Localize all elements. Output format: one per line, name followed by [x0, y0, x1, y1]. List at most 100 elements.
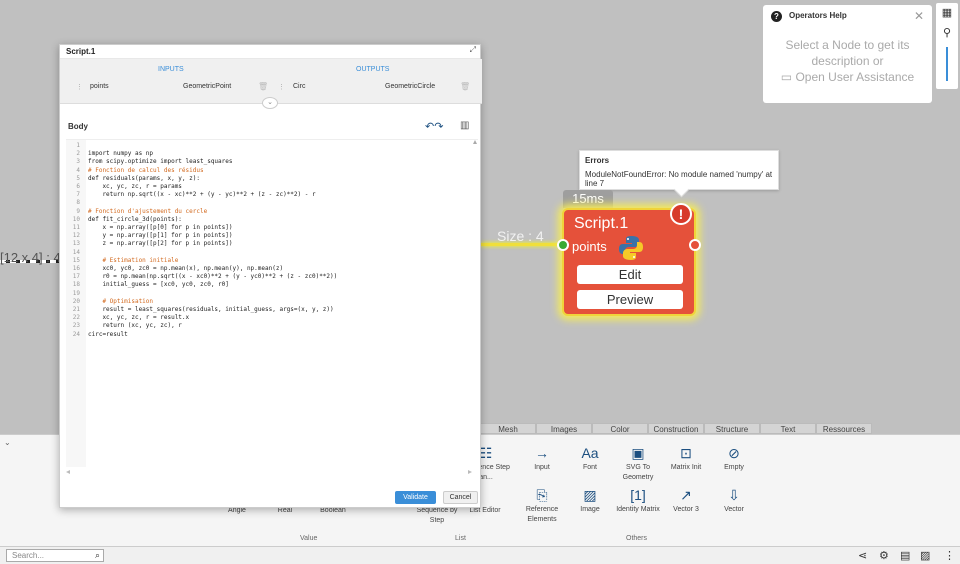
- code-line[interactable]: r0 = np.mean(np.sqrt((x - xc0)**2 + (y -…: [88, 273, 337, 281]
- tab-ressources[interactable]: Ressources: [816, 423, 872, 434]
- wire-size-label: Size : 4: [497, 228, 544, 244]
- line-number: 4: [76, 166, 80, 174]
- more-icon[interactable]: ⋮: [944, 549, 955, 562]
- help-text: Select a Node to get its: [785, 38, 910, 52]
- body-label: Body: [68, 122, 88, 131]
- line-number: 20: [72, 297, 80, 305]
- line-number: 22: [72, 314, 80, 322]
- library-item-image[interactable]: ▨ Image: [566, 488, 614, 515]
- help-icon: ?: [771, 10, 782, 22]
- code-line[interactable]: z = np.array([p[2] for p in points]): [88, 240, 232, 248]
- horizontal-scrollbar[interactable]: [66, 468, 472, 476]
- wire-size-label: [12 x 4] : 4: [0, 250, 61, 265]
- code-line[interactable]: return (xc, yc, zc), r: [88, 322, 181, 330]
- preview-button[interactable]: Preview: [577, 290, 683, 309]
- collapse-icon[interactable]: ⌄: [4, 438, 11, 447]
- close-icon[interactable]: ✕: [914, 9, 924, 23]
- tab-mesh[interactable]: Mesh: [480, 423, 536, 434]
- book-icon[interactable]: ▥: [460, 120, 469, 131]
- document-icon[interactable]: ▤: [900, 549, 910, 562]
- zoom-slider[interactable]: [946, 47, 948, 81]
- line-number: 8: [76, 199, 80, 207]
- side-toolbar: ▦ ⚲: [936, 3, 958, 89]
- settings-icon[interactable]: ⚙: [879, 549, 889, 562]
- tab-color[interactable]: Color: [592, 423, 648, 434]
- search-icon[interactable]: ⌕: [95, 550, 100, 561]
- library-item-empty[interactable]: ⊘ Empty: [710, 446, 758, 473]
- line-number: 11: [72, 224, 80, 231]
- line-number: 2: [76, 150, 80, 158]
- drag-handle-icon[interactable]: ⋮: [278, 83, 285, 91]
- map-icon[interactable]: ▦: [936, 3, 958, 23]
- input-name[interactable]: points: [90, 83, 109, 95]
- line-number: 3: [76, 158, 80, 166]
- code-line[interactable]: y = np.array([p[1] for p in points]): [88, 232, 232, 240]
- output-type[interactable]: GeometricCircle: [385, 83, 435, 95]
- line-number: 16: [72, 265, 80, 272]
- code-line[interactable]: x = np.array([p[0] for p in points]): [88, 224, 232, 232]
- library-item-identity-matrix[interactable]: [1] Identity Matrix: [614, 488, 662, 515]
- bottom-bar: Search... ⌕ ⋖ ⚙ ▤ ▨ ⋮: [0, 546, 960, 564]
- vertical-scrollbar[interactable]: [472, 140, 478, 467]
- library-item-font[interactable]: Aa Font: [566, 446, 614, 473]
- library-tabs: Mesh Images Color Construction Structure…: [480, 423, 872, 434]
- validate-button[interactable]: Validate: [395, 491, 436, 504]
- library-item-vector[interactable]: ⇩ Vector: [710, 488, 758, 515]
- group-label-list: List: [455, 535, 466, 542]
- line-number: 10: [72, 215, 80, 223]
- tab-structure[interactable]: Structure: [704, 423, 760, 434]
- code-line[interactable]: # Fonction de calcul des résidus: [88, 167, 204, 175]
- code-line[interactable]: def residuals(params, x, y, z):: [88, 175, 200, 183]
- library-item-reference-elements[interactable]: ⎘ Reference Elements: [518, 488, 566, 525]
- empty-icon: ⊘: [728, 445, 740, 461]
- line-number: 1: [76, 142, 80, 149]
- library-item-input[interactable]: → Input: [518, 446, 566, 473]
- code-line[interactable]: xc0, yc0, zc0 = np.mean(x), np.mean(y), …: [88, 265, 283, 273]
- tab-text[interactable]: Text: [760, 423, 816, 434]
- code-line[interactable]: return np.sqrt((x - xc)**2 + (y - yc)**2…: [88, 191, 315, 199]
- operators-help-panel: ? Operators Help ✕ Select a Node to get …: [763, 5, 932, 103]
- zoom-icon[interactable]: ⚲: [936, 23, 958, 43]
- drag-handle-icon[interactable]: ⋮: [76, 83, 83, 91]
- share-icon[interactable]: ⋖: [858, 549, 867, 562]
- library-item-matrix-init[interactable]: ⊡ Matrix Init: [662, 446, 710, 473]
- script-node[interactable]: Script.1 ! points Edit Preview: [557, 203, 701, 316]
- undo-redo-icon[interactable]: ↶↷: [425, 120, 443, 133]
- alert-icon[interactable]: !: [670, 203, 692, 225]
- code-line[interactable]: circ=result: [88, 331, 128, 339]
- output-name[interactable]: Circ: [293, 83, 305, 95]
- trash-icon[interactable]: 🗑: [460, 82, 470, 91]
- library-item-vector-3[interactable]: ↗ Vector 3: [662, 488, 710, 515]
- tab-images[interactable]: Images: [536, 423, 592, 434]
- chevron-down-icon[interactable]: ⌄: [262, 97, 278, 109]
- code-line[interactable]: from scipy.optimize import least_squares: [88, 158, 233, 166]
- output-port[interactable]: [689, 239, 701, 251]
- code-line[interactable]: def fit_circle_3d(points):: [88, 216, 182, 224]
- library-item-sequence-by-step[interactable]: Sequence by Step: [413, 506, 461, 526]
- python-icon: [619, 236, 643, 260]
- code-line[interactable]: initial_guess = [xc0, yc0, zc0, r0]: [88, 281, 228, 289]
- input-type[interactable]: GeometricPoint: [183, 83, 231, 95]
- identity-matrix-icon: [1]: [630, 487, 646, 503]
- code-line[interactable]: xc, yc, zc, r = result.x: [88, 314, 189, 322]
- script-editor-modal: Script.1 ⤢ INPUTS OUTPUTS ⋮ points Geome…: [59, 44, 482, 508]
- search-input[interactable]: Search... ⌕: [6, 549, 104, 562]
- expand-icon[interactable]: ⤢: [470, 45, 476, 55]
- code-line[interactable]: # Fonction d'ajustement du cercle: [88, 208, 207, 216]
- help-title: Operators Help: [789, 11, 847, 20]
- image-icon[interactable]: ▨: [920, 549, 930, 562]
- trash-icon[interactable]: 🗑: [258, 82, 268, 91]
- tab-construction[interactable]: Construction: [648, 423, 704, 434]
- library-item-svg-to-geometry[interactable]: ▣ SVG To Geometry: [614, 446, 662, 483]
- input-port[interactable]: [557, 239, 569, 251]
- open-user-assistance-link[interactable]: ▭ Open User Assistance: [763, 69, 932, 85]
- code-line[interactable]: # Estimation initiale: [88, 257, 178, 265]
- code-line[interactable]: import numpy as np: [88, 150, 153, 158]
- code-line[interactable]: # Optimisation: [88, 298, 153, 306]
- cancel-button[interactable]: Cancel: [443, 491, 478, 504]
- edit-button[interactable]: Edit: [577, 265, 683, 284]
- code-editor[interactable]: 1 2 import numpy as np 3 from scipy.optimize…: [66, 139, 478, 476]
- code-line[interactable]: xc, yc, zc, r = params: [88, 183, 181, 191]
- image-icon: ▨: [583, 487, 597, 503]
- code-line[interactable]: result = least_squares(residuals, initia…: [88, 306, 333, 314]
